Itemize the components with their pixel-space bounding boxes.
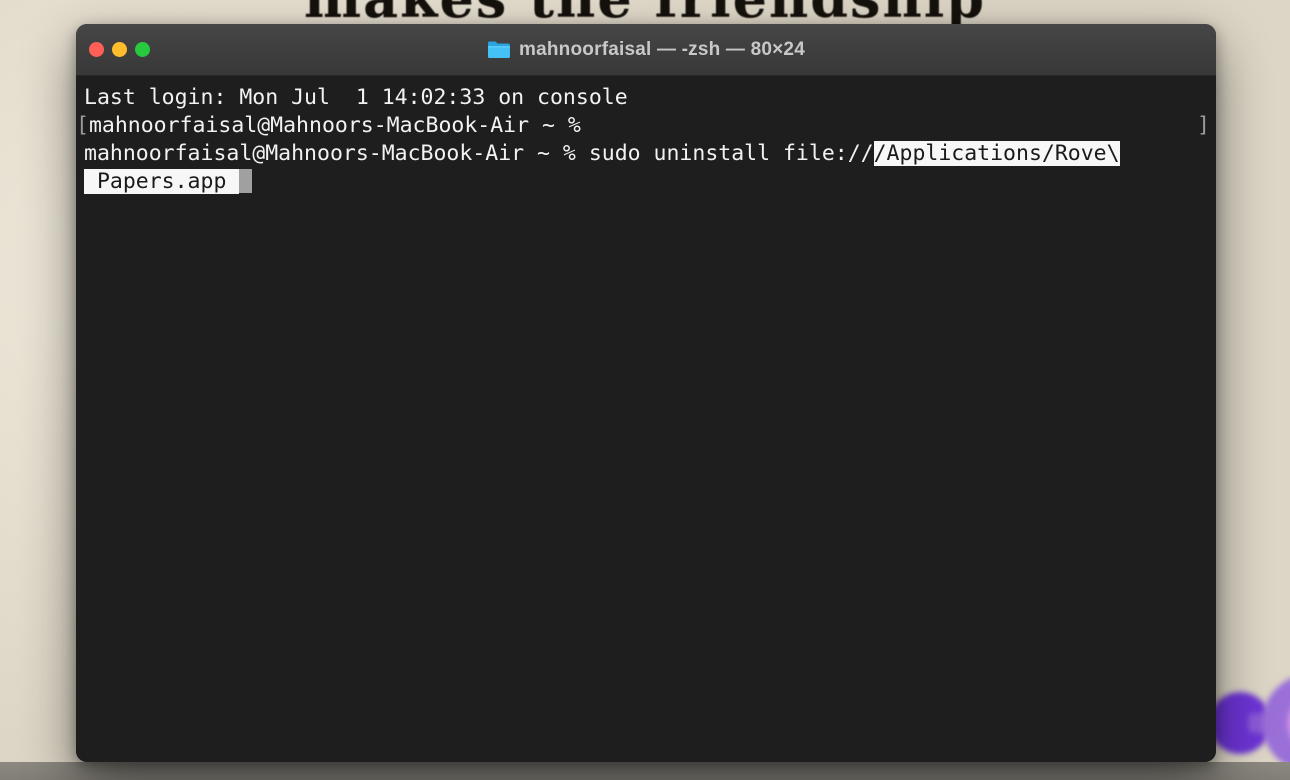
bracketed-paste-close-marker: ] — [1197, 113, 1210, 138]
terminal-cursor — [239, 169, 253, 193]
titlebar-title-area: mahnoorfaisal — -zsh — 80×24 — [76, 39, 1216, 61]
terminal-line-command-wrapped[interactable]: Papers.app — [76, 168, 1216, 196]
prompt-text-1: mahnoorfaisal@Mahnoors-MacBook-Air ~ % — [88, 113, 581, 138]
folder-icon — [488, 41, 510, 59]
command-plain-text: sudo uninstall file:// — [588, 141, 874, 166]
terminal-titlebar[interactable]: mahnoorfaisal — -zsh — 80×24 — [76, 24, 1216, 76]
terminal-output-area[interactable]: Last login: Mon Jul 1 14:02:33 on consol… — [76, 76, 1216, 762]
maximize-button[interactable] — [135, 42, 150, 57]
terminal-window[interactable]: mahnoorfaisal — -zsh — 80×24 Last login:… — [76, 24, 1216, 762]
terminal-line-command[interactable]: mahnoorfaisal@Mahnoors-MacBook-Air ~ % s… — [76, 140, 1216, 168]
command-selected-path-part-2[interactable]: Papers.app — [84, 169, 240, 194]
last-login-text: Last login: Mon Jul 1 14:02:33 on consol… — [84, 85, 628, 110]
desktop-background: makes the friendship mahnoorfaisal — -zs… — [0, 0, 1290, 780]
command-selected-path-part-1[interactable]: /Applications/Rove\ — [873, 141, 1120, 166]
window-controls[interactable] — [89, 42, 150, 57]
minimize-button[interactable] — [112, 42, 127, 57]
prompt-line-1-left: [mahnoorfaisal@Mahnoors-MacBook-Air ~ % — [76, 112, 581, 140]
terminal-line-last-login: Last login: Mon Jul 1 14:02:33 on consol… — [76, 84, 1216, 112]
window-title: mahnoorfaisal — -zsh — 80×24 — [519, 38, 805, 60]
close-button[interactable] — [89, 42, 104, 57]
terminal-line-prompt-1: [mahnoorfaisal@Mahnoors-MacBook-Air ~ % … — [76, 112, 1216, 140]
prompt-text-2: mahnoorfaisal@Mahnoors-MacBook-Air ~ % — [84, 141, 589, 166]
wallpaper-purple-ring — [1262, 674, 1290, 772]
wallpaper-bottom-band — [0, 762, 1290, 780]
bracketed-paste-open-marker: [ — [76, 113, 89, 138]
